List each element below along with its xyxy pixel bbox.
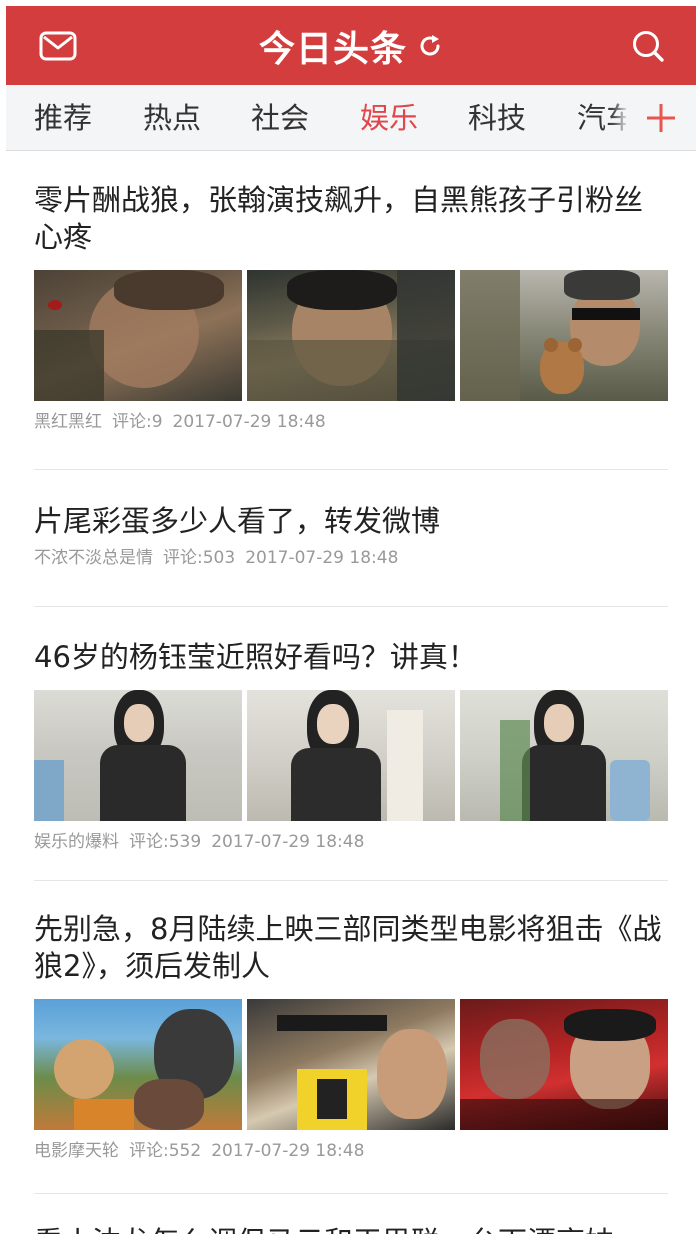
news-meta: 不浓不淡总是情 评论:503 2017-07-29 18:48: [34, 546, 668, 570]
refresh-icon[interactable]: [417, 33, 443, 59]
tab-auto[interactable]: 汽车: [577, 85, 626, 150]
news-comments: 评论:503: [163, 548, 236, 568]
app-title: 今日头条: [258, 28, 407, 70]
mail-icon[interactable]: [36, 6, 80, 85]
news-source[interactable]: 电影摩天轮: [34, 1141, 119, 1161]
news-title[interactable]: 看小沈龙怎么调侃马云和王思聪，台下漂亮妹: [34, 1224, 668, 1234]
news-title[interactable]: 零片酬战狼，张翰演技飙升，自黑熊孩子引粉丝心疼: [34, 182, 668, 256]
add-channel-button[interactable]: [626, 85, 696, 150]
tab-society[interactable]: 社会: [251, 85, 309, 150]
news-item[interactable]: 看小沈龙怎么调侃马云和王思聪，台下漂亮妹: [34, 1194, 668, 1234]
tab-entertainment[interactable]: 娱乐: [360, 85, 418, 150]
app-frame: 今日头条 推荐 热点 社会 娱乐 科技 汽车: [6, 6, 696, 1234]
news-item[interactable]: 片尾彩蛋多少人看了，转发微博 不浓不淡总是情 评论:503 2017-07-29 1…: [34, 470, 668, 607]
news-feed: 零片酬战狼，张翰演技飙升，自黑熊孩子引粉丝心疼 黑红黑红 评论:9 2017-0…: [34, 152, 668, 1234]
tab-recommend[interactable]: 推荐: [34, 85, 92, 150]
plus-icon: [647, 104, 675, 132]
news-comments: 评论:552: [129, 1141, 202, 1161]
top-bar: 今日头条: [6, 6, 696, 85]
search-icon[interactable]: [626, 6, 670, 85]
news-item[interactable]: 先别急，8月陆续上映三部同类型电影将狙击《战狼2》，须后发制人 电影摩天轮 评论…: [34, 881, 668, 1194]
tab-tech[interactable]: 科技: [468, 85, 526, 150]
news-title[interactable]: 先别急，8月陆续上映三部同类型电影将狙击《战狼2》，须后发制人: [34, 911, 668, 985]
news-comments: 评论:9: [112, 412, 163, 432]
news-thumbnail[interactable]: [460, 999, 668, 1130]
news-images: [34, 999, 668, 1130]
news-thumbnail[interactable]: [34, 999, 242, 1130]
app-title-group: 今日头条: [6, 6, 696, 85]
news-meta: 娱乐的爆料 评论:539 2017-07-29 18:48: [34, 830, 668, 854]
tab-strip: 推荐 热点 社会 娱乐 科技 汽车: [6, 85, 626, 150]
news-meta: 电影摩天轮 评论:552 2017-07-29 18:48: [34, 1139, 668, 1163]
news-images: [34, 270, 668, 401]
news-meta: 黑红黑红 评论:9 2017-07-29 18:48: [34, 410, 668, 434]
news-comments: 评论:539: [129, 832, 202, 852]
news-time: 2017-07-29 18:48: [172, 412, 326, 432]
news-source[interactable]: 黑红黑红: [34, 412, 102, 432]
news-time: 2017-07-29 18:48: [211, 832, 365, 852]
news-time: 2017-07-29 18:48: [211, 1141, 365, 1161]
news-thumbnail[interactable]: [247, 270, 455, 401]
category-tabs: 推荐 热点 社会 娱乐 科技 汽车: [6, 85, 696, 151]
news-thumbnail[interactable]: [460, 690, 668, 821]
news-thumbnail[interactable]: [247, 690, 455, 821]
news-source[interactable]: 娱乐的爆料: [34, 832, 119, 852]
news-title[interactable]: 46岁的杨钰莹近照好看吗？讲真！: [34, 639, 668, 676]
news-item[interactable]: 零片酬战狼，张翰演技飙升，自黑熊孩子引粉丝心疼 黑红黑红 评论:9 2017-0…: [34, 152, 668, 470]
news-thumbnail[interactable]: [34, 690, 242, 821]
news-thumbnail[interactable]: [34, 270, 242, 401]
news-item[interactable]: 46岁的杨钰莹近照好看吗？讲真！ 娱乐的爆料 评论:539 2017-07-29…: [34, 607, 668, 881]
news-title[interactable]: 片尾彩蛋多少人看了，转发微博: [34, 503, 668, 540]
tab-hot[interactable]: 热点: [143, 85, 201, 150]
news-images: [34, 690, 668, 821]
news-source[interactable]: 不浓不淡总是情: [34, 548, 153, 568]
news-thumbnail[interactable]: [247, 999, 455, 1130]
news-thumbnail[interactable]: [460, 270, 668, 401]
news-time: 2017-07-29 18:48: [245, 548, 399, 568]
